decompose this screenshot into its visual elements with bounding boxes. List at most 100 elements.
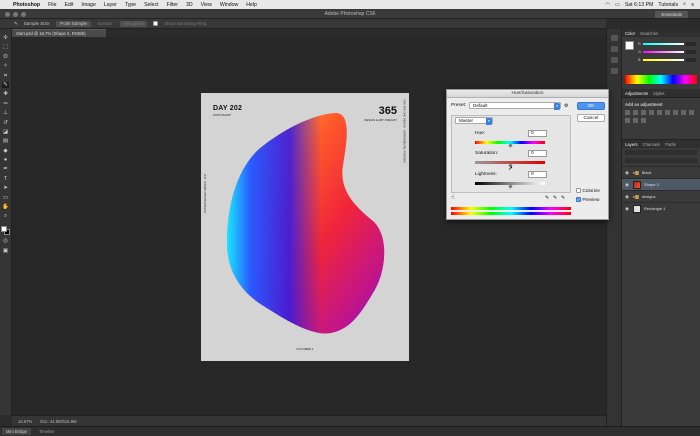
colorize-option[interactable]: Colorize [576, 188, 600, 194]
paragraph-panel-icon[interactable] [610, 68, 618, 74]
properties-panel-icon[interactable] [610, 46, 618, 52]
eye-icon[interactable]: ◉ [625, 170, 630, 176]
brightness-adjustment-icon[interactable] [625, 110, 630, 115]
eraser-tool-icon[interactable]: ◪ [2, 129, 9, 135]
dodge-tool-icon[interactable]: ● [2, 157, 9, 163]
path-select-tool-icon[interactable]: ➤ [2, 185, 9, 191]
tab-styles[interactable]: Styles [653, 91, 664, 96]
posterize-adjustment-icon[interactable] [641, 118, 646, 123]
bw-adjustment-icon[interactable] [681, 110, 686, 115]
zoom-level[interactable]: 16.67% [18, 419, 32, 424]
menubar-clock[interactable]: Sat 6:13 PM [625, 2, 654, 8]
tab-timeline[interactable]: Timeline [35, 428, 59, 435]
brush-tool-icon[interactable]: ✑ [2, 101, 9, 107]
color-swatches[interactable] [1, 225, 10, 235]
menu-type[interactable]: Type [125, 2, 136, 8]
character-panel-icon[interactable] [610, 57, 618, 63]
invert-adjustment-icon[interactable] [633, 118, 638, 123]
zoom-tool-icon[interactable]: ⌕ [2, 213, 9, 219]
history-panel-icon[interactable] [610, 35, 618, 41]
layer-filter-select[interactable] [625, 150, 697, 155]
tab-swatches[interactable]: Swatches [640, 31, 658, 36]
battery-icon[interactable]: ▭ [615, 2, 620, 8]
preview-checkbox[interactable]: ✓ [576, 197, 581, 202]
menu-app-name[interactable]: Photoshop [13, 2, 40, 8]
preset-options-icon[interactable]: ⚙ [564, 103, 568, 109]
ok-button[interactable]: OK [577, 102, 605, 110]
menu-layer[interactable]: Layer [104, 2, 117, 8]
hue-adjustment-icon[interactable] [665, 110, 670, 115]
menu-view[interactable]: View [201, 2, 212, 8]
clone-stamp-tool-icon[interactable]: ⊥ [2, 110, 9, 116]
layer-row[interactable]: ◉ ▸▆ Black [622, 166, 700, 178]
balance-adjustment-icon[interactable] [673, 110, 678, 115]
blend-mode-select[interactable] [625, 158, 697, 163]
eyedropper-icon[interactable]: ✎ [545, 195, 549, 201]
vibrance-adjustment-icon[interactable] [657, 110, 662, 115]
channel-select[interactable]: Master ▾ [455, 117, 493, 125]
tab-channels[interactable]: Channels [643, 142, 661, 147]
eye-icon[interactable]: ◉ [625, 194, 630, 200]
healing-brush-tool-icon[interactable]: ✚ [2, 91, 9, 97]
shape-tool-icon[interactable]: ▭ [2, 195, 9, 201]
hand-target-icon[interactable]: ☝ [451, 194, 455, 201]
tab-color[interactable]: Color [625, 31, 635, 36]
lightness-input[interactable]: 0 [528, 171, 547, 178]
tab-adjustments[interactable]: Adjustments [625, 91, 648, 96]
green-slider[interactable]: G [638, 50, 696, 54]
eyedropper-tool-icon[interactable]: ✎ [2, 81, 9, 88]
menubar-user[interactable]: Tutorials [658, 2, 678, 8]
curves-adjustment-icon[interactable] [641, 110, 646, 115]
menu-help[interactable]: Help [246, 2, 257, 8]
menu-file[interactable]: File [48, 2, 56, 8]
pen-tool-icon[interactable]: ✒ [2, 166, 9, 172]
preset-select[interactable]: Default ▾ [469, 102, 561, 110]
menu-window[interactable]: Window [220, 2, 238, 8]
colorize-checkbox[interactable] [576, 188, 581, 193]
photo-filter-adjustment-icon[interactable] [689, 110, 694, 115]
color-spectrum-ramp[interactable] [625, 75, 697, 84]
marquee-tool-icon[interactable]: ⬚ [2, 44, 9, 50]
saturation-input[interactable]: 0 [528, 150, 547, 157]
menu-3d[interactable]: 3D [186, 2, 193, 8]
color-panel-swatch[interactable] [625, 41, 634, 50]
menu-edit[interactable]: Edit [64, 2, 73, 8]
preview-option[interactable]: ✓ Preview [576, 197, 599, 203]
document-tab[interactable]: Start.psd @ 16.7% (Shape 2, RGB/8) [12, 29, 106, 37]
lasso-tool-icon[interactable]: ʘ [2, 54, 9, 60]
show-ring-checkbox[interactable] [153, 21, 159, 26]
wifi-icon[interactable]: ◠ [605, 2, 610, 8]
screen-mode-icon[interactable]: ▣ [2, 248, 9, 254]
move-tool-icon[interactable]: ✢ [2, 35, 9, 41]
sample-size-select[interactable]: Point Sample [56, 20, 92, 27]
eye-icon[interactable]: ◉ [625, 182, 630, 188]
layer-row[interactable]: ◉ ▸▆ designs [622, 190, 700, 202]
crop-tool-icon[interactable]: ⌗ [2, 73, 9, 79]
layer-row-selected[interactable]: ◉ Shape 2 [622, 178, 700, 190]
menu-select[interactable]: Select [144, 2, 158, 8]
type-tool-icon[interactable]: T [2, 176, 9, 182]
menu-filter[interactable]: Filter [166, 2, 178, 8]
history-brush-tool-icon[interactable]: ↺ [2, 120, 9, 126]
sample-select[interactable]: All Layers [119, 20, 148, 27]
gradient-tool-icon[interactable]: ▤ [2, 138, 9, 144]
exposure-adjustment-icon[interactable] [649, 110, 654, 115]
levels-adjustment-icon[interactable] [633, 110, 638, 115]
quick-select-tool-icon[interactable]: ✧ [2, 63, 9, 69]
poster-artboard[interactable]: DAY 202 PHOTOSHOP 365 DESIGN & ART ONE D… [201, 93, 409, 361]
red-slider[interactable]: R [638, 42, 696, 46]
blur-tool-icon[interactable]: ◆ [2, 148, 9, 154]
hue-input[interactable]: 0 [528, 130, 547, 137]
quick-mask-icon[interactable]: ◎ [2, 238, 9, 244]
eye-icon[interactable]: ◉ [625, 206, 630, 212]
blue-slider[interactable]: B [638, 58, 696, 62]
hand-tool-icon[interactable]: ✋ [2, 204, 9, 210]
tab-mini-bridge[interactable]: Mini Bridge [2, 428, 31, 435]
foreground-color-swatch[interactable] [1, 225, 7, 232]
workspace-switcher[interactable]: Essentials [655, 10, 688, 18]
tab-layers[interactable]: Layers [625, 142, 638, 147]
doc-size[interactable]: Doc: 44.9M/116.9M [40, 419, 76, 424]
mixer-adjustment-icon[interactable] [625, 118, 630, 123]
layer-row[interactable]: ◉ Rectangle 1 [622, 202, 700, 214]
eyedropper-plus-icon[interactable]: ✎ [553, 195, 557, 201]
